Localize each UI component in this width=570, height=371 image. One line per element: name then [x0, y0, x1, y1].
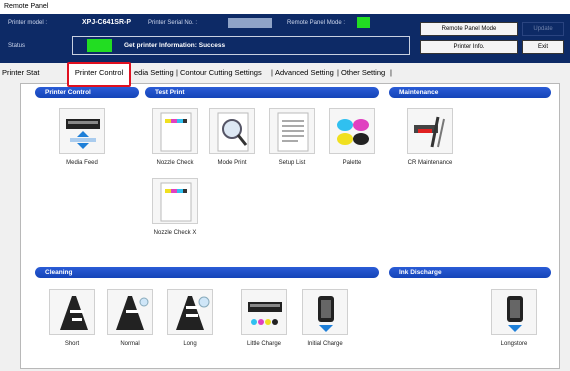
section-ink-discharge: Ink Discharge: [389, 267, 551, 278]
setup-list-icon: [269, 108, 315, 154]
nozzle-check-x-button[interactable]: Nozzle Check X: [147, 178, 203, 236]
palette-button[interactable]: Palette: [324, 108, 380, 166]
setup-list-button[interactable]: Setup List: [264, 108, 320, 166]
media-feed-button[interactable]: Media Feed: [54, 108, 110, 166]
tab-printer-control[interactable]: Printer Control: [67, 62, 131, 87]
section-maintenance: Maintenance: [389, 87, 551, 98]
status-text: Get printer Information: Success: [124, 42, 226, 49]
update-button[interactable]: Update: [522, 22, 564, 36]
mode-print-label: Mode Print: [217, 160, 247, 166]
media-feed-icon: [59, 108, 105, 154]
long-cleaning-label: Long: [183, 341, 197, 347]
short-cleaning-label: Short: [64, 341, 80, 347]
cr-maintenance-button[interactable]: CR Maintenance: [402, 108, 458, 166]
tab-printer-status[interactable]: Printer Stat: [2, 68, 40, 77]
serial-value-box: [228, 18, 272, 28]
printer-info-button[interactable]: Printer Info.: [420, 40, 518, 54]
tab-media-setting[interactable]: edia Setting: [134, 68, 174, 77]
section-printer-control: Printer Control: [35, 87, 139, 98]
tab-other-setting[interactable]: Other Setting: [341, 68, 385, 77]
serial-label: Printer Serial No. :: [148, 20, 198, 26]
tab-divider: |: [337, 68, 339, 77]
nozzle-check-x-label: Nozzle Check X: [153, 230, 197, 236]
remote-mode-indicator: [357, 17, 370, 28]
model-label: Printer model :: [8, 20, 48, 26]
nozzle-check-x-icon: [152, 178, 198, 224]
status-indicator: [87, 39, 112, 52]
longstore-icon: [491, 289, 537, 335]
mode-print-icon: [209, 108, 255, 154]
header-panel: Printer model : XPJ-C641SR-P Printer Ser…: [0, 14, 570, 63]
section-cleaning: Cleaning: [35, 267, 379, 278]
tab-advanced-setting[interactable]: Advanced Setting: [275, 68, 334, 77]
short-cleaning-icon: [49, 289, 95, 335]
remote-panel-mode-button[interactable]: Remote Panel Mode: [420, 22, 518, 36]
remote-mode-label: Remote Panel Mode :: [287, 20, 346, 26]
section-test-print: Test Print: [145, 87, 379, 98]
tab-divider: |: [176, 68, 178, 77]
palette-icon: [329, 108, 375, 154]
window-title: Remote Panel: [0, 0, 570, 14]
model-value: XPJ-C641SR-P: [82, 19, 132, 26]
normal-cleaning-button[interactable]: Normal: [102, 289, 158, 347]
mode-print-button[interactable]: Mode Print: [204, 108, 260, 166]
cr-maintenance-icon: [407, 108, 453, 154]
initial-charge-button[interactable]: Initial Charge: [297, 289, 353, 347]
tab-divider: |: [390, 68, 392, 77]
short-cleaning-button[interactable]: Short: [44, 289, 100, 347]
tab-contour-cutting[interactable]: Contour Cutting Settings: [180, 68, 262, 77]
exit-button[interactable]: Exit: [522, 40, 564, 54]
media-feed-label: Media Feed: [66, 160, 98, 166]
setup-list-label: Setup List: [278, 160, 306, 166]
little-charge-icon: [241, 289, 287, 335]
long-cleaning-button[interactable]: Long: [162, 289, 218, 347]
little-charge-label: Little Charge: [246, 341, 282, 347]
content-panel: Printer Control Test Print Maintenance C…: [20, 83, 560, 369]
initial-charge-icon: [302, 289, 348, 335]
long-cleaning-icon: [167, 289, 213, 335]
cr-maintenance-label: CR Maintenance: [407, 160, 453, 166]
tab-divider: |: [271, 68, 273, 77]
normal-cleaning-icon: [107, 289, 153, 335]
nozzle-check-label: Nozzle Check: [156, 160, 194, 166]
longstore-label: Longstore: [500, 341, 528, 347]
nozzle-check-icon: [152, 108, 198, 154]
longstore-button[interactable]: Longstore: [486, 289, 542, 347]
nozzle-check-button[interactable]: Nozzle Check: [147, 108, 203, 166]
initial-charge-label: Initial Charge: [307, 341, 343, 347]
little-charge-button[interactable]: Little Charge: [236, 289, 292, 347]
status-label: Status: [8, 43, 26, 49]
normal-cleaning-label: Normal: [120, 341, 140, 347]
status-box: [72, 36, 410, 55]
palette-label: Palette: [342, 160, 362, 166]
